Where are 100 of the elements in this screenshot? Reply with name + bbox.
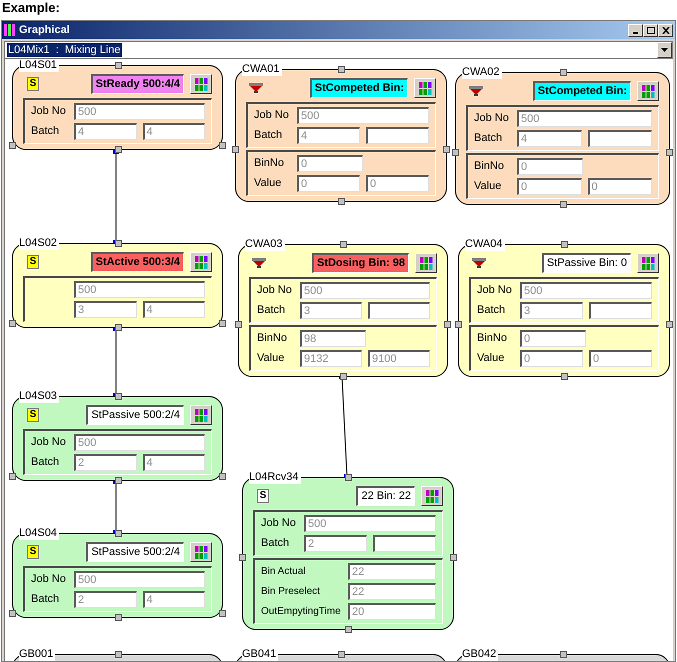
grid-button[interactable]: [190, 252, 212, 272]
port-handle[interactable]: [560, 651, 566, 658]
text-field[interactable]: 0: [366, 175, 429, 192]
text-field[interactable]: 98: [300, 330, 366, 347]
text-field[interactable]: 500: [74, 281, 205, 298]
port-handle[interactable]: [114, 324, 122, 331]
port-handle[interactable]: [114, 393, 122, 400]
dropdown-button[interactable]: [657, 42, 672, 58]
line-select[interactable]: L04Mix1 : Mixing Line: [4, 41, 673, 59]
port-handle[interactable]: [9, 610, 16, 617]
text-field[interactable]: 0: [588, 178, 652, 195]
text-field[interactable]: 0: [297, 155, 363, 172]
text-field[interactable]: 4: [142, 301, 205, 318]
text-field[interactable]: [589, 302, 652, 319]
port-handle[interactable]: [560, 69, 566, 76]
text-field[interactable]: 2: [74, 591, 136, 608]
port-handle[interactable]: [9, 473, 16, 480]
port-handle[interactable]: [561, 241, 568, 248]
text-field[interactable]: 4: [142, 123, 205, 140]
port-handle[interactable]: [114, 240, 122, 247]
text-field[interactable]: [588, 130, 652, 147]
text-field[interactable]: 22: [348, 583, 436, 600]
text-field[interactable]: 9100: [368, 350, 430, 367]
port-handle[interactable]: [9, 320, 16, 327]
port-handle[interactable]: [239, 554, 246, 561]
text-field[interactable]: 0: [520, 330, 586, 347]
port-handle[interactable]: [338, 198, 345, 205]
port-handle[interactable]: [9, 142, 16, 149]
port-handle[interactable]: [666, 149, 673, 156]
text-field[interactable]: 0: [589, 350, 652, 367]
grid-button[interactable]: [190, 74, 212, 94]
field-label: Batch: [257, 303, 286, 318]
text-field[interactable]: 4: [142, 591, 205, 608]
text-field[interactable]: 0: [297, 175, 360, 192]
grid-button[interactable]: [415, 253, 437, 273]
port-handle[interactable]: [345, 626, 352, 633]
text-field[interactable]: 22: [348, 563, 436, 580]
port-handle[interactable]: [114, 62, 122, 69]
minimize-button[interactable]: [628, 24, 643, 36]
grid-button[interactable]: [421, 486, 443, 506]
port-handle[interactable]: [340, 373, 347, 380]
port-handle[interactable]: [219, 473, 226, 480]
grid-button[interactable]: [637, 81, 659, 101]
text-field[interactable]: 0: [517, 178, 582, 195]
port-handle[interactable]: [338, 651, 345, 658]
text-field[interactable]: 0: [517, 158, 583, 175]
text-field[interactable]: 20: [348, 603, 436, 620]
text-field[interactable]: [368, 302, 430, 319]
port-handle[interactable]: [114, 477, 122, 484]
text-field[interactable]: 3: [74, 301, 136, 318]
port-handle[interactable]: [666, 321, 673, 328]
text-field[interactable]: 2: [304, 535, 367, 552]
port-handle[interactable]: [450, 554, 457, 561]
text-field[interactable]: 500: [300, 282, 430, 299]
port-handle[interactable]: [114, 530, 122, 537]
node-title: L04Rcv34: [249, 470, 301, 484]
text-field[interactable]: 2: [74, 454, 136, 471]
port-handle[interactable]: [561, 373, 568, 380]
text-field[interactable]: 3: [300, 302, 362, 319]
node-title: GB042: [462, 647, 498, 661]
port-handle[interactable]: [340, 241, 347, 248]
port-handle[interactable]: [338, 66, 345, 73]
grid-button[interactable]: [414, 78, 436, 98]
grid-icon: [642, 84, 654, 98]
status-display: StPassive 500:2/4: [86, 542, 184, 562]
text-field[interactable]: 500: [297, 107, 429, 124]
maximize-button[interactable]: [643, 24, 658, 36]
text-field[interactable]: 0: [520, 350, 583, 367]
text-field[interactable]: 500: [74, 103, 205, 120]
port-handle[interactable]: [219, 610, 226, 617]
text-field[interactable]: 500: [517, 110, 652, 127]
port-handle[interactable]: [345, 474, 352, 481]
grid-button[interactable]: [190, 405, 212, 425]
station-badge: S: [26, 77, 40, 91]
port-handle[interactable]: [114, 651, 122, 658]
port-handle[interactable]: [114, 614, 122, 621]
text-field[interactable]: 500: [74, 434, 205, 451]
text-field[interactable]: 500: [74, 571, 205, 588]
node-title: L04S02: [19, 236, 59, 250]
text-field[interactable]: [366, 127, 429, 144]
text-field[interactable]: 9132: [300, 350, 362, 367]
port-handle[interactable]: [235, 321, 242, 328]
close-button[interactable]: [658, 24, 673, 36]
field-label: Job No: [477, 283, 513, 298]
port-handle[interactable]: [114, 146, 122, 153]
grid-icon: [194, 78, 208, 90]
text-field[interactable]: 4: [517, 130, 582, 147]
text-field[interactable]: 500: [304, 515, 436, 532]
field-label: Value: [257, 351, 286, 366]
text-field[interactable]: [373, 535, 436, 552]
node-title: L04S03: [19, 389, 59, 403]
port-handle[interactable]: [219, 320, 226, 327]
text-field[interactable]: 4: [297, 127, 360, 144]
port-handle[interactable]: [560, 201, 566, 208]
text-field[interactable]: 3: [520, 302, 583, 319]
text-field[interactable]: 4: [74, 123, 136, 140]
grid-button[interactable]: [637, 253, 659, 273]
text-field[interactable]: 4: [142, 454, 205, 471]
grid-button[interactable]: [190, 542, 212, 562]
text-field[interactable]: 500: [520, 282, 652, 299]
